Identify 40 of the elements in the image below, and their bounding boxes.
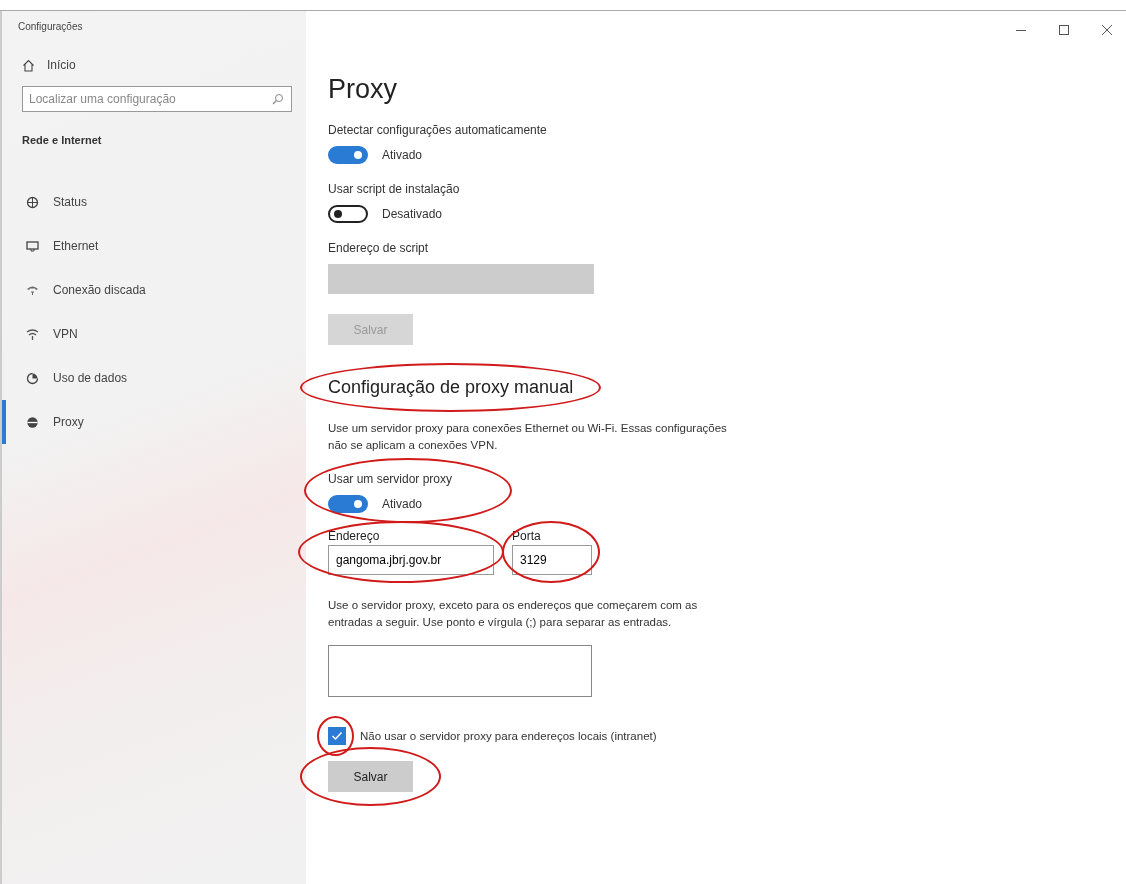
toggle-switch[interactable] [328, 495, 368, 513]
field-label: Endereço de script [328, 241, 430, 255]
toggle-state: Desativado [382, 207, 443, 221]
close-icon[interactable] [1102, 25, 1112, 35]
text-area[interactable] [328, 645, 592, 697]
sidebar-item[interactable]: Status [2, 180, 306, 224]
description-text: Use um servidor proxy para conexões Ethernet ou Wi-Fi. Essas configurações não se aplicam a conexões VPN. [328, 421, 728, 453]
toggle-label: Detectar configurações automaticamente [328, 123, 547, 137]
input-field[interactable]: gangoma.jbrj.gov.br [328, 545, 494, 575]
sidebar-item[interactable]: VPN [2, 312, 306, 356]
sidebar-item[interactable]: Conexão discada [2, 268, 306, 312]
field-label: Porta [512, 529, 542, 543]
section-heading: Rede e Internet [22, 134, 103, 146]
sidebar-item[interactable]: Uso de dados [2, 356, 306, 400]
input-field[interactable]: 3129 [512, 545, 592, 575]
section-heading: Configuração de proxy manual [328, 377, 574, 398]
toggle-label: Usar um servidor proxy [328, 472, 453, 486]
sidebar-item[interactable]: Proxy [2, 400, 306, 444]
toggle-state: Ativado [382, 497, 423, 511]
maximize-icon[interactable] [1059, 25, 1069, 35]
search-icon [272, 93, 284, 105]
window-title: Configurações [18, 21, 84, 32]
toggle-label: Usar script de instalação [328, 182, 460, 196]
signal-icon [26, 327, 39, 341]
search-field[interactable]: Localizar uma configuração [22, 86, 292, 112]
home-icon [22, 58, 35, 72]
field-label: Endereço [328, 529, 381, 543]
page-title: Proxy [328, 73, 399, 105]
toggle-switch[interactable] [328, 205, 368, 223]
monitor-icon [26, 239, 39, 253]
save-button[interactable]: Salvar [328, 761, 413, 792]
checkbox-label: Não usar o servidor proxy para endereços locais (intranet) [360, 730, 657, 742]
sidebar-item[interactable]: Ethernet [2, 224, 306, 268]
description-text: Use o servidor proxy, exceto para os endereços que começarem com as entradas a seguir. Use ponto e vírgula (;) para separar as entradas. [328, 598, 699, 630]
pie-chart-icon [26, 371, 39, 385]
checkbox[interactable] [328, 727, 346, 745]
toggle-state: Ativado [382, 148, 423, 162]
checkmark-icon [330, 729, 344, 743]
home-link[interactable]: Início [22, 58, 306, 72]
toggle-switch[interactable] [328, 146, 368, 164]
